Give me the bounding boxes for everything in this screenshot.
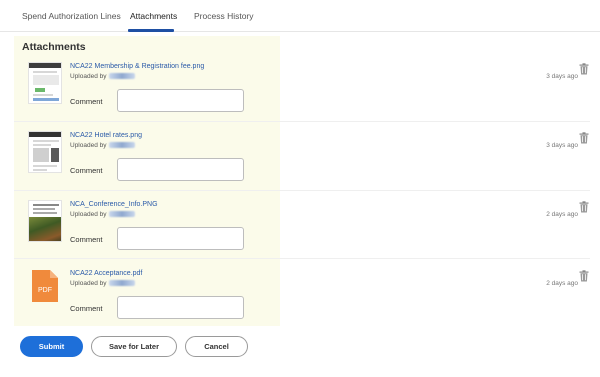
uploaded-time-ago: 3 days ago: [546, 73, 578, 80]
tab-attachments[interactable]: Attachments: [130, 11, 177, 21]
row-divider: [14, 190, 590, 191]
tab-bar: Spend Authorization Lines Attachments Pr…: [0, 0, 600, 32]
comment-input[interactable]: [117, 227, 244, 250]
uploaded-by-text: Uploaded by: [70, 73, 135, 80]
comment-input[interactable]: [117, 89, 244, 112]
attachment-thumbnail[interactable]: [28, 200, 62, 242]
uploaded-by-text: Uploaded by: [70, 280, 135, 287]
uploaded-by-text: Uploaded by: [70, 142, 135, 149]
attachment-thumbnail[interactable]: [28, 131, 62, 173]
comment-label: Comment: [70, 304, 103, 313]
uploaded-by-text: Uploaded by: [70, 211, 135, 218]
row-divider: [14, 121, 590, 122]
pdf-file-icon[interactable]: PDF: [32, 270, 58, 302]
tab-process-history[interactable]: Process History: [194, 11, 254, 21]
attachment-filename-link[interactable]: NCA22 Hotel rates.png: [70, 132, 142, 139]
redacted-uploader-name: [108, 280, 135, 287]
pdf-badge-text: PDF: [38, 287, 52, 294]
attachment-filename-link[interactable]: NCA22 Membership & Registration fee.png: [70, 63, 204, 70]
uploaded-time-ago: 3 days ago: [546, 142, 578, 149]
active-tab-indicator: [128, 29, 174, 32]
redacted-uploader-name: [108, 142, 135, 149]
comment-label: Comment: [70, 166, 103, 175]
submit-button[interactable]: Submit: [20, 336, 83, 357]
redacted-uploader-name: [108, 73, 135, 80]
tab-spend-authorization-lines[interactable]: Spend Authorization Lines: [22, 11, 121, 21]
section-title: Attachments: [22, 41, 86, 53]
redacted-uploader-name: [108, 211, 135, 218]
attachment-filename-link[interactable]: NCA22 Acceptance.pdf: [70, 270, 142, 277]
save-for-later-button[interactable]: Save for Later: [91, 336, 177, 357]
trash-icon[interactable]: [579, 63, 589, 75]
comment-input[interactable]: [117, 158, 244, 181]
uploaded-time-ago: 2 days ago: [546, 280, 578, 287]
trash-icon[interactable]: [579, 201, 589, 213]
trash-icon[interactable]: [579, 132, 589, 144]
uploaded-time-ago: 2 days ago: [546, 211, 578, 218]
attachment-thumbnail[interactable]: [28, 62, 62, 104]
row-divider: [14, 258, 590, 259]
cancel-button[interactable]: Cancel: [185, 336, 248, 357]
comment-input[interactable]: [117, 296, 244, 319]
comment-label: Comment: [70, 235, 103, 244]
comment-label: Comment: [70, 97, 103, 106]
trash-icon[interactable]: [579, 270, 589, 282]
attachment-filename-link[interactable]: NCA_Conference_Info.PNG: [70, 201, 158, 208]
